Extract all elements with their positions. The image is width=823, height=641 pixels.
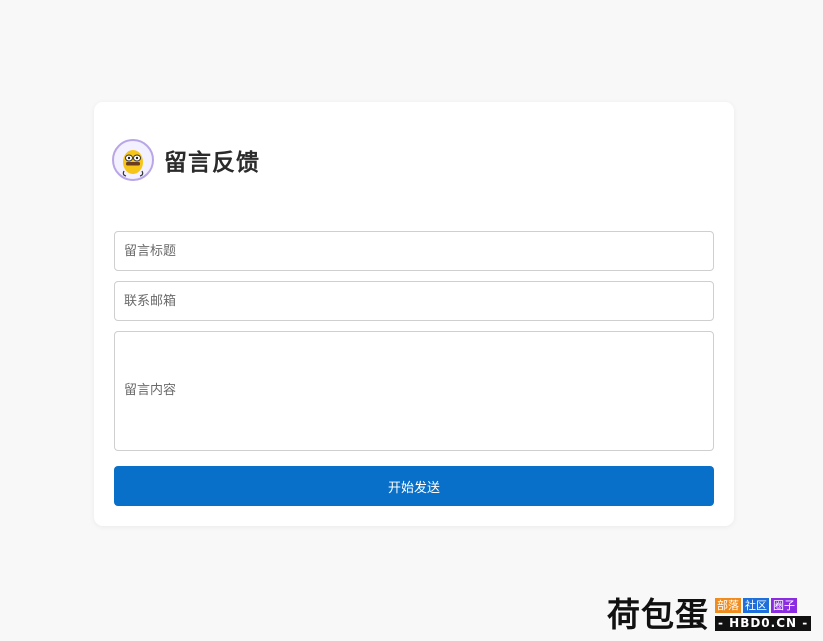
watermark-tag: 社区 [743,598,769,613]
contact-email-input[interactable] [114,281,714,321]
watermark-tags: 部落 社区 圈子 [715,598,811,613]
watermark-brand: 荷包蛋 [607,595,709,634]
feedback-card: 留言反馈 开始发送 [94,102,734,526]
page-title: 留言反馈 [164,150,260,176]
message-content-textarea[interactable] [114,331,714,451]
message-title-input[interactable] [114,231,714,271]
watermark-side: 部落 社区 圈子 - HBD0.CN - [715,598,812,631]
watermark-tag: 圈子 [771,598,797,613]
watermark-tag: 部落 [715,598,741,613]
watermark-logo: 荷包蛋 部落 社区 圈子 - HBD0.CN - [607,595,812,634]
submit-button[interactable]: 开始发送 [114,466,714,506]
duck-mascot-icon [112,139,154,181]
watermark-domain: - HBD0.CN - [715,616,812,631]
form-header: 留言反馈 [112,139,260,181]
